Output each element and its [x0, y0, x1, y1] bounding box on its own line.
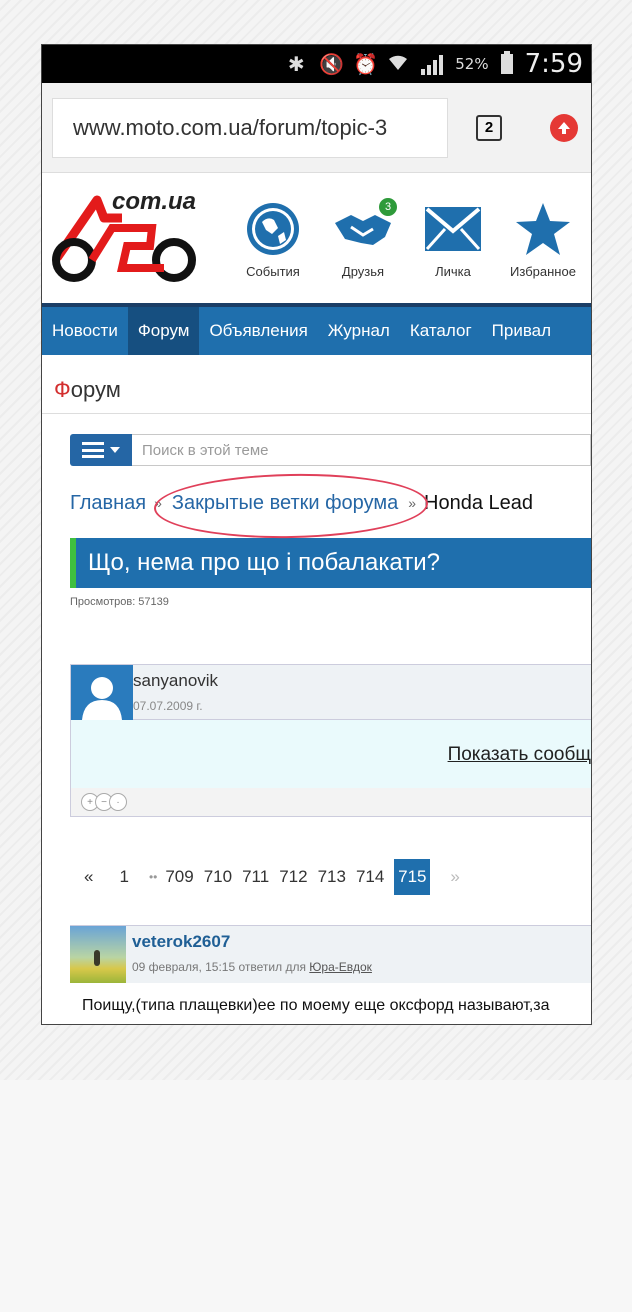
nav-item-rest[interactable]: Привал [482, 307, 561, 355]
clock: 7:59 [524, 49, 583, 79]
alarm-icon: ⏰ [353, 52, 379, 76]
events-link[interactable]: События [228, 198, 318, 279]
like-icons[interactable]: + − · [81, 793, 127, 811]
avatar[interactable] [71, 665, 133, 720]
handshake-icon: 3 [333, 195, 399, 260]
globe-icon [244, 198, 302, 260]
envelope-icon [425, 198, 481, 260]
tab-count-button[interactable]: 2 [476, 114, 502, 141]
phone-screen: ✱ 🔇 ⏰ 52% 7:59 www.moto.com.ua/forum/top… [41, 44, 592, 1025]
pager-page[interactable]: 712 [275, 867, 311, 887]
pager-page[interactable]: 714 [352, 867, 388, 887]
post-text: Поищу,(типа плащевки)ее по моему еще окс… [82, 997, 550, 1014]
neutral-icon: · [109, 793, 127, 811]
url-field[interactable]: www.moto.com.ua/forum/topic-3 [52, 97, 448, 158]
upload-icon[interactable] [550, 113, 578, 142]
breadcrumb-home[interactable]: Главная [70, 492, 146, 515]
post-footer: + − · [71, 788, 591, 816]
nav-item-catalog[interactable]: Каталог [400, 307, 482, 355]
pagination: « 1 •• 709 710 711 712 713 714 715 » [70, 859, 591, 895]
site-logo[interactable]: com.ua [52, 188, 202, 288]
hamburger-icon [82, 442, 104, 458]
avatar[interactable] [70, 926, 126, 983]
friends-label: Друзья [341, 263, 385, 279]
post-author[interactable]: veterok2607 [132, 932, 372, 952]
friends-badge: 3 [377, 195, 399, 218]
pager-next[interactable]: » [446, 867, 463, 887]
nav-item-news[interactable]: Новости [42, 307, 128, 355]
reply-to-link[interactable]: Юра-Евдок [309, 960, 372, 974]
battery-icon [500, 51, 513, 74]
battery-percent: 52% [455, 55, 489, 73]
nav-item-ads[interactable]: Объявления [199, 307, 317, 355]
messages-link[interactable]: Личка [408, 198, 498, 279]
favorites-link[interactable]: Избранное [498, 198, 588, 279]
topic-search [70, 434, 591, 466]
post-meta: 09 февраля, 15:15 ответил для Юра-Евдок [132, 960, 372, 974]
events-label: События [246, 263, 300, 279]
pager-prev[interactable]: « [80, 867, 97, 887]
nav-item-journal[interactable]: Журнал [318, 307, 400, 355]
view-count: Просмотров: 57139 [70, 596, 169, 608]
author-block: veterok2607 09 февраля, 15:15 ответил дл… [126, 926, 372, 983]
pager-page[interactable]: 711 [238, 867, 273, 887]
friends-link[interactable]: 3 Друзья [318, 195, 408, 279]
topic-title: Що, нема про що і побалакати? [70, 538, 591, 588]
pager-dots: •• [148, 870, 158, 884]
post-header: veterok2607 09 февраля, 15:15 ответил дл… [70, 926, 591, 983]
menu-button[interactable] [70, 434, 132, 466]
breadcrumb-closed-threads[interactable]: Закрытые ветки форума [170, 492, 400, 515]
post-meta-prefix: 09 февраля, 15:15 ответил для [132, 960, 306, 974]
breadcrumb-current[interactable]: Honda Lead [424, 492, 533, 515]
star-icon [514, 198, 572, 260]
post-date: 07.07.2009 г. [133, 699, 203, 713]
signal-icon [421, 53, 444, 75]
forum-content: Главная » Закрытые ветки форума » Honda … [42, 434, 591, 1015]
search-input[interactable] [132, 434, 591, 466]
page-background-lower [0, 1080, 632, 1312]
section-title: Форум [42, 355, 591, 414]
site-header: com.ua События 3 Друзья Личка Избранное [42, 173, 591, 307]
browser-toolbar: www.moto.com.ua/forum/topic-3 2 [42, 83, 591, 173]
logo-text: com.ua [112, 188, 197, 215]
caret-down-icon [110, 447, 120, 453]
show-message-link[interactable]: Показать сообщ [448, 744, 591, 766]
post-author[interactable]: sanyanovik [133, 671, 218, 691]
breadcrumb: Главная » Закрытые ветки форума » Honda … [70, 488, 591, 518]
header-icons: События 3 Друзья Личка Избранное [228, 195, 588, 279]
pager-page[interactable]: 713 [314, 867, 350, 887]
section-title-rest: орум [70, 377, 121, 402]
mute-icon: 🔇 [319, 52, 345, 76]
pager-current[interactable]: 715 [394, 859, 431, 895]
bluetooth-icon: ✱ [287, 52, 305, 76]
favorites-label: Избранное [510, 263, 576, 279]
nav-item-forum[interactable]: Форум [127, 307, 200, 355]
pager-page[interactable]: 709 [161, 867, 197, 887]
author-block: sanyanovik 07.07.2009 г. [133, 665, 218, 719]
main-nav: Новости Форум Объявления Журнал Каталог … [42, 307, 591, 355]
messages-label: Личка [435, 263, 471, 279]
section-title-first-letter: Ф [54, 377, 71, 402]
post: veterok2607 09 февраля, 15:15 ответил дл… [70, 925, 591, 1015]
pager-first[interactable]: 1 [115, 867, 132, 887]
status-bar: ✱ 🔇 ⏰ 52% 7:59 [42, 45, 591, 83]
post: sanyanovik 07.07.2009 г. Показать сообщ … [70, 664, 591, 817]
wifi-icon [387, 52, 409, 77]
pager-page[interactable]: 710 [200, 867, 236, 887]
post-header: sanyanovik 07.07.2009 г. [71, 665, 591, 720]
post-body: Показать сообщ [71, 720, 591, 788]
